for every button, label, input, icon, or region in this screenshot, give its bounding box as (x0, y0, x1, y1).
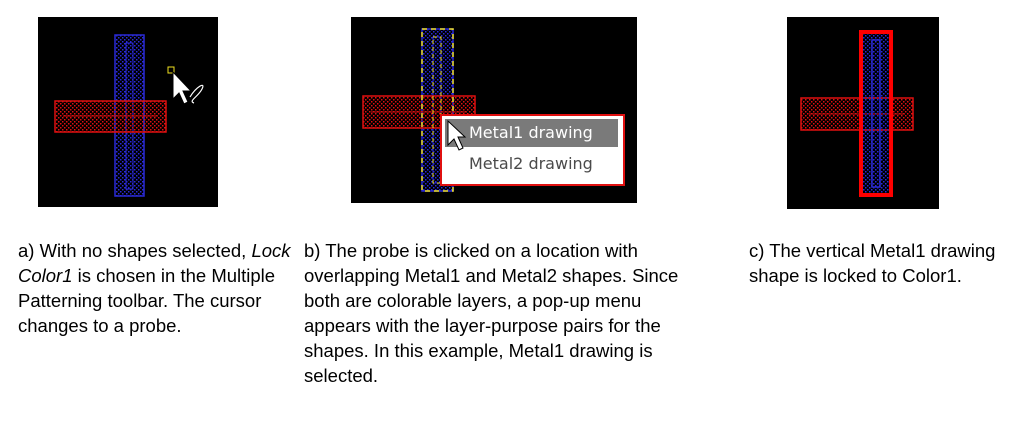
caption-panel-c: c) The vertical Metal1 drawing shape is … (749, 240, 996, 286)
probe-cursor-icon (167, 66, 204, 105)
menu-item-metal2-drawing[interactable]: Metal2 drawing (445, 150, 618, 178)
layout-canvas-a[interactable] (38, 17, 218, 207)
metal1-horizontal-shape[interactable] (54, 100, 167, 133)
layout-canvas-b[interactable]: Metal1 drawing Metal2 drawing (351, 17, 637, 203)
layer-purpose-popup-menu: Metal1 drawing Metal2 drawing (440, 114, 625, 186)
caption-panel-b: b) The probe is clicked on a location wi… (304, 240, 679, 386)
menu-item-metal1-drawing[interactable]: Metal1 drawing (445, 119, 618, 147)
locked-metal1-vertical-shape[interactable] (859, 30, 893, 197)
caption-panel-a: a) With no shapes selected, Lock Color1 … (18, 240, 291, 336)
layout-canvas-c[interactable] (787, 17, 939, 209)
metal1-horizontal-shape[interactable] (800, 97, 914, 131)
